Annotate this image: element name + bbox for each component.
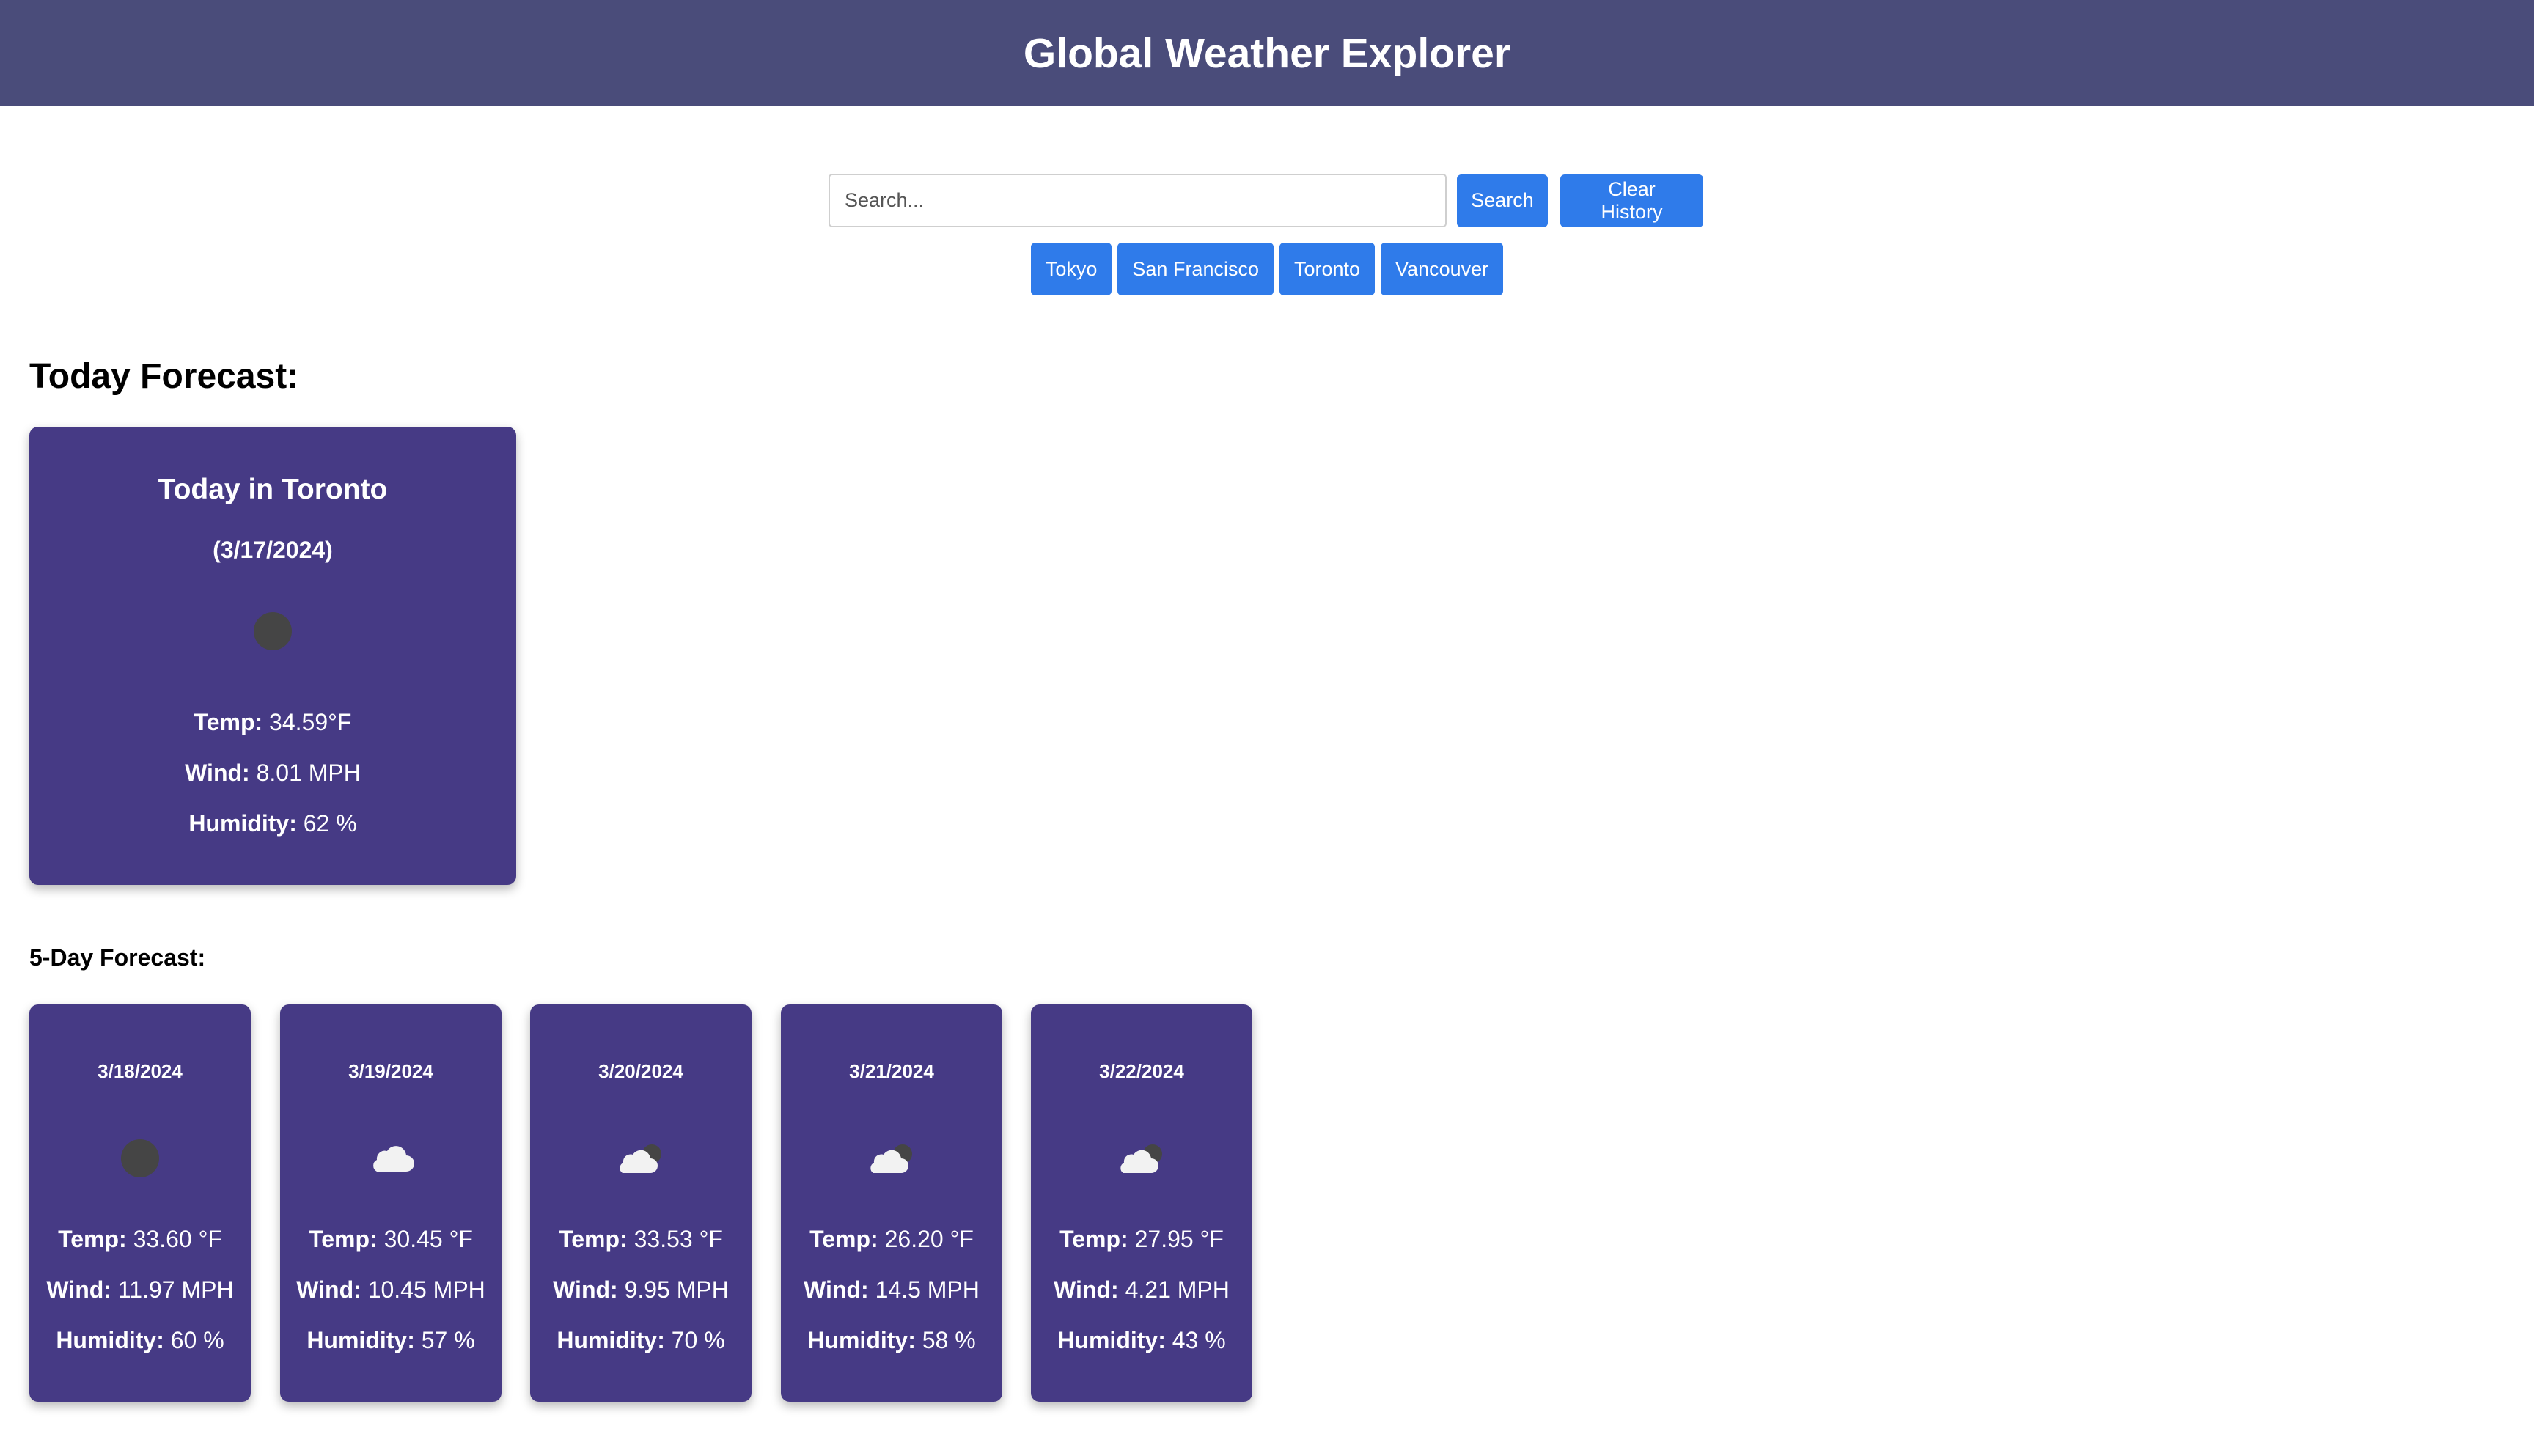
history-button-san-francisco[interactable]: San Francisco [1117,243,1274,295]
forecast-temp: Temp: 30.45 °F [280,1226,502,1253]
temp-label: Temp: [194,709,263,735]
forecast-wind: Wind: 14.5 MPH [781,1276,1002,1304]
temp-label: Temp: [309,1226,378,1252]
forecast-wind: Wind: 11.97 MPH [29,1276,251,1304]
history-button-toronto[interactable]: Toronto [1279,243,1376,295]
forecast-date: 3/20/2024 [598,1060,683,1082]
wind-value: 11.97 MPH [117,1276,234,1303]
forecast-date: 3/22/2024 [1099,1060,1184,1082]
wind-value: 4.21 MPH [1125,1276,1230,1303]
forecast-humidity: Humidity: 43 % [1031,1327,1252,1354]
clear-history-button[interactable]: Clear History [1560,174,1703,227]
cloud-icon [373,1146,414,1172]
today-wind: Wind: 8.01 MPH [29,760,516,787]
cloud-night-icon [1120,1144,1162,1173]
today-city: Today in Toronto [158,474,388,505]
humidity-label: Humidity: [807,1327,916,1353]
search-history: Tokyo San Francisco Toronto Vancouver [0,243,2534,295]
humidity-label: Humidity: [1057,1327,1166,1353]
temp-value: 30.45 °F [383,1226,473,1252]
five-day-forecast-heading: 5-Day Forecast: [29,944,206,971]
temp-value: 33.60 °F [133,1226,222,1252]
history-button-tokyo[interactable]: Tokyo [1030,243,1112,295]
forecast-icon-wrap [530,1136,752,1180]
history-button-vancouver[interactable]: Vancouver [1381,243,1504,295]
forecast-date: 3/21/2024 [849,1060,934,1082]
forecast-wind: Wind: 4.21 MPH [1031,1276,1252,1304]
wind-value: 14.5 MPH [875,1276,980,1303]
today-date: (3/17/2024) [213,537,333,563]
temp-label: Temp: [58,1226,127,1252]
temp-label: Temp: [1059,1226,1128,1252]
night-moon-icon [121,1139,159,1177]
forecast-card-day-5: 3/22/2024 Temp: 27.95 °F Wind: 4.21 MPH … [1031,1004,1252,1402]
forecast-date: 3/18/2024 [98,1060,183,1082]
humidity-label: Humidity: [306,1327,415,1353]
temp-value: 26.20 °F [884,1226,974,1252]
wind-value: 9.95 MPH [624,1276,729,1303]
forecast-card-day-1: 3/18/2024 Temp: 33.60 °F Wind: 11.97 MPH… [29,1004,251,1402]
wind-value: 8.01 MPH [256,760,361,786]
page-title: Global Weather Explorer [1023,29,1511,77]
wind-value: 10.45 MPH [367,1276,485,1303]
humidity-label: Humidity: [56,1327,164,1353]
forecast-date: 3/19/2024 [348,1060,433,1082]
forecast-icon-wrap [280,1136,502,1180]
cloud-night-icon [620,1144,661,1173]
wind-label: Wind: [804,1276,869,1303]
wind-label: Wind: [1054,1276,1119,1303]
search-bar: Search Clear History [829,174,1703,227]
humidity-value: 70 % [671,1327,725,1353]
temp-label: Temp: [559,1226,628,1252]
forecast-icon-wrap [1031,1136,1252,1180]
humidity-value: 62 % [303,810,357,837]
app-header: Global Weather Explorer [0,0,2534,106]
forecast-card-day-3: 3/20/2024 Temp: 33.53 °F Wind: 9.95 MPH … [530,1004,752,1402]
wind-label: Wind: [185,760,250,786]
forecast-card-day-2: 3/19/2024 Temp: 30.45 °F Wind: 10.45 MPH… [280,1004,502,1402]
search-input[interactable] [829,174,1447,227]
cloud-night-icon [870,1144,912,1173]
humidity-value: 60 % [170,1327,224,1353]
humidity-label: Humidity: [557,1327,665,1353]
today-temp: Temp: 34.59°F [29,709,516,736]
forecast-icon-wrap [781,1136,1002,1180]
today-icon-wrap [29,612,516,656]
forecast-temp: Temp: 33.53 °F [530,1226,752,1253]
temp-value: 27.95 °F [1134,1226,1224,1252]
forecast-humidity: Humidity: 58 % [781,1327,1002,1354]
forecast-humidity: Humidity: 57 % [280,1327,502,1354]
wind-label: Wind: [46,1276,111,1303]
forecast-wind: Wind: 10.45 MPH [280,1276,502,1304]
temp-value: 34.59°F [269,709,352,735]
forecast-humidity: Humidity: 60 % [29,1327,251,1354]
forecast-card-day-4: 3/21/2024 Temp: 26.20 °F Wind: 14.5 MPH … [781,1004,1002,1402]
forecast-icon-wrap [29,1136,251,1180]
humidity-value: 57 % [421,1327,475,1353]
today-forecast-card: Today in Toronto (3/17/2024) Temp: 34.59… [29,427,516,885]
humidity-label: Humidity: [188,810,297,837]
wind-label: Wind: [553,1276,618,1303]
forecast-temp: Temp: 33.60 °F [29,1226,251,1253]
forecast-temp: Temp: 27.95 °F [1031,1226,1252,1253]
temp-label: Temp: [809,1226,878,1252]
humidity-value: 58 % [922,1327,976,1353]
forecast-humidity: Humidity: 70 % [530,1327,752,1354]
wind-label: Wind: [296,1276,361,1303]
humidity-value: 43 % [1172,1327,1226,1353]
night-moon-icon [254,612,292,650]
today-humidity: Humidity: 62 % [29,810,516,837]
today-forecast-heading: Today Forecast: [29,357,299,396]
temp-value: 33.53 °F [634,1226,723,1252]
forecast-temp: Temp: 26.20 °F [781,1226,1002,1253]
forecast-wind: Wind: 9.95 MPH [530,1276,752,1304]
search-button[interactable]: Search [1457,174,1548,227]
